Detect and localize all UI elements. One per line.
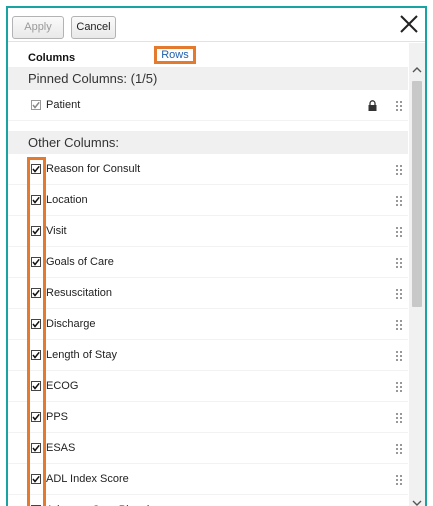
drag-handle-icon[interactable] <box>395 474 403 486</box>
check-icon <box>32 196 40 204</box>
column-checkbox[interactable] <box>31 443 41 453</box>
pinned-columns-header: Pinned Columns: (1/5) <box>8 67 408 90</box>
column-checkbox[interactable] <box>31 195 41 205</box>
column-checkbox[interactable] <box>31 288 41 298</box>
check-icon <box>32 258 40 266</box>
check-icon <box>32 227 40 235</box>
column-label: Patient <box>46 99 81 111</box>
column-checkbox[interactable] <box>31 226 41 236</box>
column-label: Goals of Care <box>46 256 114 268</box>
column-label: ECOG <box>46 380 79 392</box>
column-label: Discharge <box>46 318 96 330</box>
check-icon <box>32 101 40 109</box>
column-checkbox[interactable] <box>31 164 41 174</box>
drag-handle-icon[interactable] <box>395 226 403 238</box>
scroll-up-icon[interactable] <box>411 65 423 75</box>
column-row[interactable]: Goals of Care <box>8 247 408 278</box>
drag-handle-icon[interactable] <box>395 443 403 455</box>
drag-handle-icon[interactable] <box>395 350 403 362</box>
drag-handle-icon[interactable] <box>395 257 403 269</box>
column-label: Visit <box>46 225 67 237</box>
check-icon <box>32 289 40 297</box>
column-row[interactable]: Discharge <box>8 309 408 340</box>
column-row[interactable]: ADL Index Score <box>8 464 408 495</box>
column-checkbox[interactable] <box>31 319 41 329</box>
tab-columns[interactable]: Columns <box>28 52 75 64</box>
column-chooser-panel: Apply Cancel Columns Rows Pinned Columns… <box>6 6 427 506</box>
check-icon <box>32 165 40 173</box>
column-label: Length of Stay <box>46 349 117 361</box>
column-row[interactable]: Visit <box>8 216 408 247</box>
column-label: PPS <box>46 411 69 423</box>
column-checkbox[interactable] <box>31 100 41 110</box>
column-checkbox[interactable] <box>31 381 41 391</box>
column-checkbox[interactable] <box>31 257 41 267</box>
check-icon <box>32 444 40 452</box>
column-label: Location <box>46 194 88 206</box>
column-checkbox[interactable] <box>31 412 41 422</box>
drag-handle-icon[interactable] <box>395 195 403 207</box>
column-row[interactable]: ECOG <box>8 371 408 402</box>
column-label: Resuscitation <box>46 287 113 299</box>
column-checkbox[interactable] <box>31 350 41 360</box>
column-label: Reason for Consult <box>46 163 141 175</box>
scroll-down-icon[interactable] <box>411 498 423 506</box>
scroll-thumb[interactable] <box>412 81 422 307</box>
pinned-column-row[interactable]: Patient <box>8 90 408 121</box>
check-icon <box>32 382 40 390</box>
drag-handle-icon[interactable] <box>395 100 403 112</box>
column-label: ADL Index Score <box>46 473 129 485</box>
check-icon <box>32 475 40 483</box>
tab-rows[interactable]: Rows <box>154 46 196 64</box>
check-icon <box>32 320 40 328</box>
check-icon <box>32 351 40 359</box>
drag-handle-icon[interactable] <box>395 319 403 331</box>
toolbar: Apply Cancel <box>8 8 425 42</box>
column-row[interactable]: Resuscitation <box>8 278 408 309</box>
column-row[interactable]: Advance Care Planning <box>8 495 408 506</box>
cancel-button[interactable]: Cancel <box>71 16 116 39</box>
scrollbar[interactable] <box>409 43 425 506</box>
column-checkbox[interactable] <box>31 474 41 484</box>
column-row[interactable]: ESAS <box>8 433 408 464</box>
tab-bar: Columns Rows <box>8 43 408 67</box>
drag-handle-icon[interactable] <box>395 381 403 393</box>
column-label: ESAS <box>46 442 76 454</box>
column-list: Columns Rows Pinned Columns: (1/5) Patie… <box>8 43 408 506</box>
drag-handle-icon[interactable] <box>395 164 403 176</box>
column-row[interactable]: Location <box>8 185 408 216</box>
lock-icon <box>368 100 377 111</box>
other-columns-header: Other Columns: <box>8 131 408 154</box>
drag-handle-icon[interactable] <box>395 412 403 424</box>
close-icon[interactable] <box>398 13 420 35</box>
column-row[interactable]: Reason for Consult <box>8 154 408 185</box>
column-row[interactable]: PPS <box>8 402 408 433</box>
drag-handle-icon[interactable] <box>395 288 403 300</box>
check-icon <box>32 413 40 421</box>
apply-button[interactable]: Apply <box>12 16 64 39</box>
column-row[interactable]: Length of Stay <box>8 340 408 371</box>
